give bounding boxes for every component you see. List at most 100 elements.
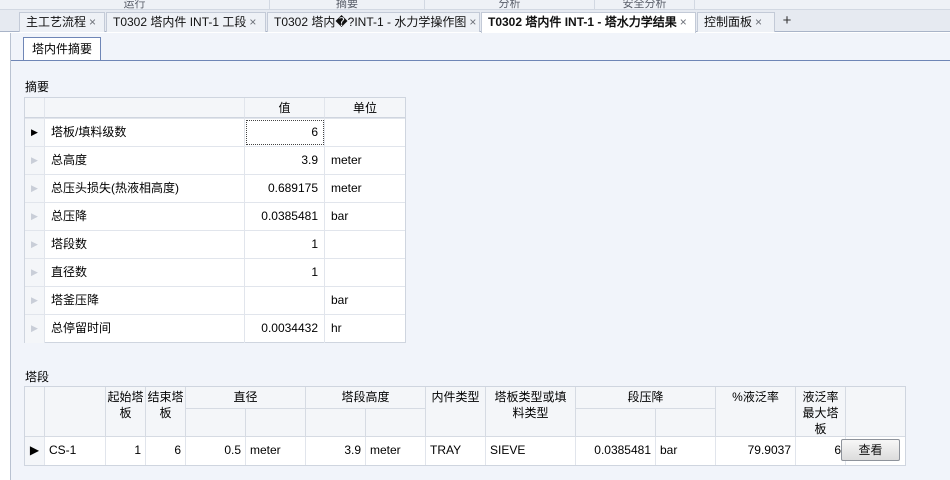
summary-row-value[interactable]: 1: [245, 231, 325, 258]
tray-type-column-header[interactable]: 塔板类型或填料类型: [486, 387, 576, 437]
section-pressure-drop[interactable]: 0.0385481: [576, 437, 656, 465]
row-arrow-icon: ▶: [25, 175, 45, 202]
diameter-value-subheader: [186, 409, 246, 437]
row-selector-header: [25, 387, 45, 437]
ribbon-group-summary[interactable]: 摘要: [270, 0, 425, 9]
summary-row-unit: bar: [331, 293, 349, 307]
tab-main-flowsheet[interactable]: 主工艺流程 ×: [19, 12, 105, 32]
section-pressure-drop-unit: bar: [656, 437, 716, 465]
row-arrow-icon: ▶: [25, 147, 45, 174]
diameter-column-header[interactable]: 直径: [186, 387, 306, 409]
section-diameter[interactable]: 0.5: [186, 437, 246, 465]
row-arrow-icon: ▶: [25, 287, 45, 314]
row-arrow-icon: ▶: [25, 231, 45, 258]
sections-section-title: 塔段: [25, 370, 50, 384]
unit-column-header[interactable]: 单位: [325, 98, 405, 118]
summary-row-name: 总高度: [45, 147, 245, 174]
tab-label: T0302 塔内件 INT-1 - 塔水力学结果: [488, 15, 677, 29]
row-arrow-icon: ▶: [25, 315, 45, 343]
tab-internals-summary[interactable]: 塔内件摘要: [23, 37, 102, 61]
section-height[interactable]: 3.9: [306, 437, 366, 465]
summary-row-unit: [325, 119, 405, 146]
results-panel: 塔内件摘要 摘要 值 单位 ▶ 塔板/填料级数 6 ▶ 总高度 3.9 mete…: [10, 33, 950, 480]
sections-grid: 起始塔板 结束塔板 直径 塔段高度 内件类型 塔板类型或填料类型 段压降 %液泛…: [24, 386, 906, 466]
close-icon[interactable]: ×: [89, 15, 96, 29]
summary-row-value[interactable]: 1: [245, 259, 325, 286]
summary-row[interactable]: ▶ 总压降 0.0385481 bar: [25, 203, 405, 231]
tab-label: T0302 塔内�?INT-1 - 水力学操作图: [274, 15, 467, 29]
document-tab-bar: 主工艺流程 × T0302 塔内件 INT-1 工段 × T0302 塔内�?INT…: [0, 10, 950, 33]
section-diameter-unit: meter: [246, 437, 306, 465]
ribbon-group-safety[interactable]: 安全分析: [595, 0, 695, 9]
summary-row-value[interactable]: 0.0034432: [245, 315, 325, 343]
tab-control-panel[interactable]: 控制面板 ×: [697, 12, 775, 32]
summary-row-name: 总停留时间: [45, 315, 245, 343]
row-arrow-icon: ▶: [25, 259, 45, 286]
section-end-tray[interactable]: 6: [146, 437, 186, 465]
summary-row[interactable]: ▶ 塔板/填料级数 6: [25, 119, 405, 147]
summary-row[interactable]: ▶ 总停留时间 0.0034432 hr: [25, 315, 405, 343]
ribbon-group-run[interactable]: 运行: [0, 0, 270, 9]
summary-row-name: 塔段数: [45, 231, 245, 258]
summary-row[interactable]: ▶ 直径数 1: [25, 259, 405, 287]
end-tray-column-header[interactable]: 结束塔板: [146, 387, 186, 437]
action-column-header: [846, 387, 905, 437]
summary-row-value[interactable]: 6: [245, 119, 325, 146]
tab-underline: [11, 60, 950, 61]
pressure-drop-value-subheader: [576, 409, 656, 437]
summary-row-unit: [325, 259, 405, 286]
current-row-arrow-icon: ▶: [25, 437, 45, 465]
tab-hydraulic-results[interactable]: T0302 塔内件 INT-1 - 塔水力学结果 ×: [481, 12, 696, 33]
summary-row[interactable]: ▶ 总高度 3.9 meter: [25, 147, 405, 175]
summary-row-value[interactable]: 0.689175: [245, 175, 325, 202]
section-start-tray[interactable]: 1: [106, 437, 146, 465]
section-height-unit: meter: [366, 437, 426, 465]
summary-row-unit: [325, 231, 405, 258]
tab-hydraulic-plot[interactable]: T0302 塔内�?INT-1 - 水力学操作图 ×: [267, 12, 480, 32]
tab-label: T0302 塔内件 INT-1 工段: [113, 15, 247, 29]
close-icon[interactable]: ×: [755, 15, 762, 29]
summary-row-unit: meter: [331, 181, 362, 195]
row-arrow-icon: ▶: [25, 203, 45, 230]
value-column-header[interactable]: 值: [245, 98, 325, 118]
section-max-flood-tray[interactable]: 6: [796, 437, 846, 465]
ribbon-strip: 运行 摘要 分析 安全分析: [0, 0, 950, 10]
summary-row-value[interactable]: 0.0385481: [245, 203, 325, 230]
summary-row[interactable]: ▶ 总压头损失(热液相高度) 0.689175 meter: [25, 175, 405, 203]
diameter-unit-subheader: [246, 409, 306, 437]
summary-row-unit: bar: [331, 209, 349, 223]
summary-row-name: 塔釜压降: [45, 287, 245, 314]
section-flood[interactable]: 79.9037: [716, 437, 796, 465]
section-internal-type[interactable]: TRAY: [426, 437, 486, 465]
max-flood-tray-column-header[interactable]: 液泛率最大塔板: [796, 387, 846, 437]
height-column-header[interactable]: 塔段高度: [306, 387, 426, 409]
add-tab-icon[interactable]: +: [778, 12, 796, 32]
pressure-drop-column-header[interactable]: 段压降: [576, 387, 716, 409]
section-tray-type[interactable]: SIEVE: [486, 437, 576, 465]
tab-label: 控制面板: [704, 15, 753, 29]
summary-section-title: 摘要: [25, 80, 50, 94]
name-column-header: [45, 387, 106, 437]
start-tray-column-header[interactable]: 起始塔板: [106, 387, 146, 437]
summary-row[interactable]: ▶ 塔段数 1: [25, 231, 405, 259]
section-name[interactable]: CS-1: [45, 437, 106, 465]
summary-row-value[interactable]: [245, 287, 325, 314]
ribbon-group-analysis[interactable]: 分析: [425, 0, 595, 9]
close-icon[interactable]: ×: [680, 15, 687, 29]
current-row-arrow-icon: ▶: [25, 119, 45, 146]
tab-internals-section[interactable]: T0302 塔内件 INT-1 工段 ×: [106, 12, 266, 32]
pressure-drop-unit-subheader: [656, 409, 716, 437]
summary-row-unit: hr: [331, 321, 342, 335]
row-selector-header: [25, 98, 45, 118]
height-value-subheader: [306, 409, 366, 437]
view-section-button[interactable]: 查看: [841, 439, 900, 461]
close-icon[interactable]: ×: [249, 15, 256, 29]
summary-row-name: 塔板/填料级数: [45, 119, 245, 146]
summary-row[interactable]: ▶ 塔釜压降 bar: [25, 287, 405, 315]
height-unit-subheader: [366, 409, 426, 437]
close-icon[interactable]: ×: [469, 15, 476, 29]
summary-row-value[interactable]: 3.9: [245, 147, 325, 174]
flood-column-header[interactable]: %液泛率: [716, 387, 796, 437]
summary-header-row: 值 单位: [25, 98, 405, 119]
internal-type-column-header[interactable]: 内件类型: [426, 387, 486, 437]
